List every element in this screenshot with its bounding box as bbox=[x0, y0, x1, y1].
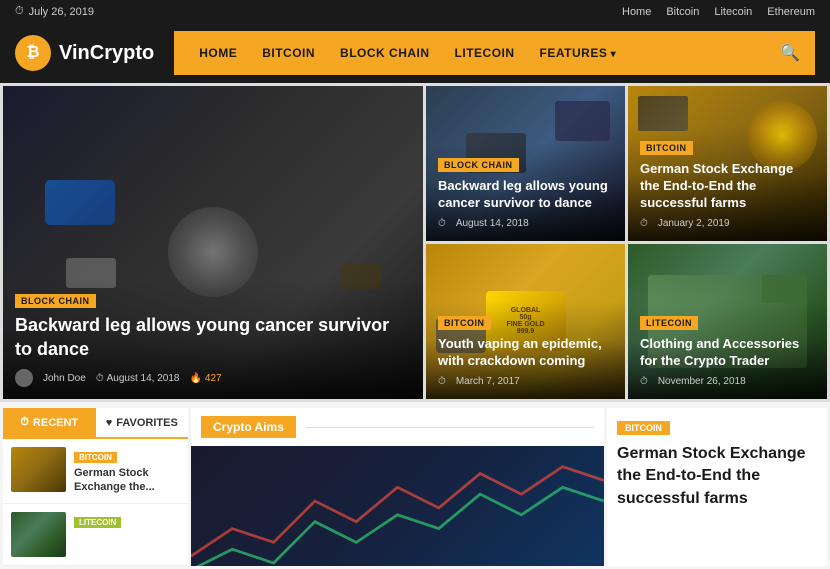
article-top-right[interactable]: BITCOIN German Stock Exchange the End-to… bbox=[628, 86, 827, 241]
article-top-mid[interactable]: BLOCK CHAIN Backward leg allows young ca… bbox=[426, 86, 625, 241]
logo-icon: ₿ bbox=[15, 35, 51, 71]
sidebar-item-tag-2: LITECOIN bbox=[74, 517, 121, 528]
main-nav: HOME BITCOIN BLOCK CHAIN LITECOIN FEATUR… bbox=[174, 31, 815, 75]
publish-date: ⏱ August 14, 2018 bbox=[96, 373, 180, 384]
nav-home[interactable]: HOME bbox=[189, 40, 247, 66]
heart-icon: ♥ bbox=[106, 417, 113, 429]
calendar-icon: ⏱ bbox=[96, 373, 104, 384]
article-content: BLOCK CHAIN Backward leg allows young ca… bbox=[426, 143, 625, 241]
article-meta: ⏱ August 14, 2018 bbox=[438, 218, 613, 229]
right-article-title: German Stock Exchange the End-to-End the… bbox=[617, 443, 817, 510]
calendar-icon: ⏱ bbox=[438, 218, 446, 229]
fire-count: 🔥 427 bbox=[189, 373, 221, 384]
top-bar-date: July 26, 2019 bbox=[29, 6, 94, 18]
article-meta: ⏱ March 7, 2017 bbox=[438, 376, 613, 387]
article-content: BITCOIN Youth vaping an epidemic, with c… bbox=[426, 301, 625, 399]
main-article-grid: BLOCK CHAIN Backward leg allows young ca… bbox=[0, 83, 830, 402]
article-title: Backward leg allows young cancer survivo… bbox=[438, 178, 613, 212]
sidebar-thumb-2 bbox=[11, 512, 66, 557]
clock-icon: ⏱ bbox=[15, 5, 24, 18]
article-title: Clothing and Accessories for the Crypto … bbox=[640, 336, 815, 370]
sidebar-item-title-1: German Stock Exchange the... bbox=[74, 466, 180, 495]
calendar-icon: ⏱ bbox=[640, 376, 648, 387]
article-meta: ⏱ November 26, 2018 bbox=[640, 376, 815, 387]
featured-article-large[interactable]: BLOCK CHAIN Backward leg allows young ca… bbox=[3, 86, 423, 399]
header: ₿ VinCrypto HOME BITCOIN BLOCK CHAIN LIT… bbox=[0, 23, 830, 83]
topnav-ethereum[interactable]: Ethereum bbox=[767, 6, 815, 18]
article-title: Backward leg allows young cancer survivo… bbox=[15, 314, 411, 361]
search-icon[interactable]: 🔍 bbox=[780, 43, 800, 63]
right-article-tag: BITCOIN bbox=[617, 421, 670, 435]
top-bar: ⏱ July 26, 2019 Home Bitcoin Litecoin Et… bbox=[0, 0, 830, 23]
article-tag: LITECOIN bbox=[640, 316, 698, 330]
tab-favorites[interactable]: ♥ FAVORITES bbox=[96, 408, 189, 437]
logo-text: VinCrypto bbox=[59, 42, 154, 65]
article-content: LITECOIN Clothing and Accessories for th… bbox=[628, 301, 827, 399]
sidebar-tabs: ⏱ RECENT ♥ FAVORITES bbox=[3, 408, 188, 439]
article-title: Youth vaping an epidemic, with crackdown… bbox=[438, 336, 613, 370]
topnav-home[interactable]: Home bbox=[622, 6, 651, 18]
article-overlay: BITCOIN Youth vaping an epidemic, with c… bbox=[426, 244, 625, 399]
middle-featured: Crypto Aims bbox=[191, 408, 604, 566]
article-tag: BLOCK CHAIN bbox=[15, 294, 96, 308]
article-bot-mid[interactable]: GLOBAL50gFINE GOLD999.9 BITCOIN Youth va… bbox=[426, 244, 625, 399]
sidebar-item-tag-1: BITCOIN bbox=[74, 452, 117, 463]
article-bot-right[interactable]: LITECOIN Clothing and Accessories for th… bbox=[628, 244, 827, 399]
article-overlay: BLOCK CHAIN Backward leg allows young ca… bbox=[426, 86, 625, 241]
author-avatar bbox=[15, 369, 33, 387]
clock-icon: ⏱ bbox=[20, 416, 29, 429]
nav-blockchain[interactable]: BLOCK CHAIN bbox=[330, 40, 440, 66]
section-title: Crypto Aims bbox=[201, 416, 296, 438]
sidebar: ⏱ RECENT ♥ FAVORITES BITCOIN German Stoc… bbox=[3, 408, 188, 566]
sidebar-item-1[interactable]: BITCOIN German Stock Exchange the... bbox=[3, 439, 188, 504]
sidebar-thumb-img2 bbox=[11, 512, 66, 557]
topnav-bitcoin[interactable]: Bitcoin bbox=[666, 6, 699, 18]
fire-icon: 🔥 bbox=[189, 373, 201, 384]
article-title: German Stock Exchange the End-to-End the… bbox=[640, 161, 815, 212]
article-tag: BITCOIN bbox=[438, 316, 491, 330]
article-meta: ⏱ January 2, 2019 bbox=[640, 218, 815, 229]
bottom-section: ⏱ RECENT ♥ FAVORITES BITCOIN German Stoc… bbox=[0, 405, 830, 569]
top-bar-nav: Home Bitcoin Litecoin Ethereum bbox=[622, 6, 815, 18]
article-overlay: BITCOIN German Stock Exchange the End-to… bbox=[628, 86, 827, 241]
article-content: BITCOIN German Stock Exchange the End-to… bbox=[628, 126, 827, 241]
chart-decoration bbox=[191, 446, 604, 566]
sidebar-item-content-2: LITECOIN bbox=[74, 512, 180, 557]
tab-recent[interactable]: ⏱ RECENT bbox=[3, 408, 96, 437]
topnav-litecoin[interactable]: Litecoin bbox=[714, 6, 752, 18]
section-header: Crypto Aims bbox=[191, 408, 604, 446]
calendar-icon: ⏱ bbox=[640, 218, 648, 229]
logo[interactable]: ₿ VinCrypto bbox=[15, 35, 154, 71]
middle-article-thumb[interactable] bbox=[191, 446, 604, 566]
right-article-panel: BITCOIN German Stock Exchange the End-to… bbox=[607, 408, 827, 566]
sidebar-thumb-img bbox=[11, 447, 66, 492]
top-bar-date-section: ⏱ July 26, 2019 bbox=[15, 5, 94, 18]
calendar-icon: ⏱ bbox=[438, 376, 446, 387]
nav-items: HOME BITCOIN BLOCK CHAIN LITECOIN FEATUR… bbox=[189, 40, 780, 66]
article-tag: BITCOIN bbox=[640, 141, 693, 155]
section-divider bbox=[306, 427, 594, 428]
sidebar-item-content-1: BITCOIN German Stock Exchange the... bbox=[74, 447, 180, 495]
nav-bitcoin[interactable]: BITCOIN bbox=[252, 40, 325, 66]
article-overlay: BLOCK CHAIN Backward leg allows young ca… bbox=[3, 86, 423, 399]
nav-litecoin[interactable]: LITECOIN bbox=[445, 40, 525, 66]
sidebar-item-2[interactable]: LITECOIN bbox=[3, 504, 188, 566]
article-overlay: LITECOIN Clothing and Accessories for th… bbox=[628, 244, 827, 399]
sidebar-thumb-1 bbox=[11, 447, 66, 492]
article-content: BLOCK CHAIN Backward leg allows young ca… bbox=[3, 279, 423, 399]
article-meta: John Doe ⏱ August 14, 2018 🔥 427 bbox=[15, 369, 411, 387]
article-tag: BLOCK CHAIN bbox=[438, 158, 519, 172]
nav-features[interactable]: FEATURES bbox=[530, 40, 627, 66]
author-name: John Doe bbox=[43, 373, 86, 384]
